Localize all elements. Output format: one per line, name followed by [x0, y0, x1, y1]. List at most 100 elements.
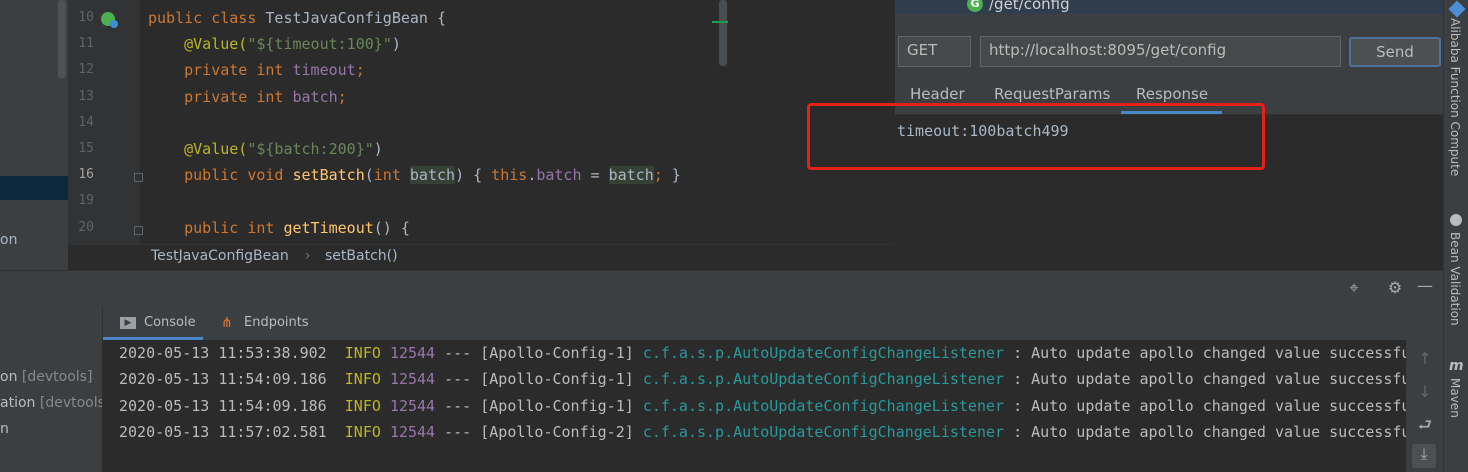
code-token: public void — [148, 166, 293, 185]
code-token: private int — [148, 61, 293, 80]
code-line: public void setBatch(int batch) { this.b… — [148, 166, 681, 185]
url-input[interactable]: http://localhost:8095/get/config — [980, 36, 1341, 67]
log-thread: --- [Apollo-Config-1] — [435, 344, 643, 362]
soft-wrap-icon[interactable]: ⮐ — [1415, 414, 1435, 441]
project-tree-selected-row[interactable] — [0, 176, 68, 200]
code-editor[interactable]: public class TestJavaConfigBean { @Value… — [140, 0, 895, 244]
code-token: TestJavaConfigBean { — [265, 9, 447, 27]
run-item[interactable]: ation [devtools — [0, 395, 102, 411]
run-tabs-bar: ▶ Console ⋔ Endpoints — [0, 306, 1443, 341]
log-logger: c.f.a.s.p.AutoUpdateConfigChangeListener — [642, 422, 1005, 441]
code-token: ) — [373, 140, 383, 158]
code-token: setBatch — [292, 166, 365, 185]
line-number: 10 — [78, 10, 94, 25]
log-ts: 2020-05-13 11:54:09.186 — [119, 370, 327, 389]
breadcrumb-class[interactable]: TestJavaConfigBean — [151, 248, 289, 264]
fold-marker-icon[interactable] — [134, 173, 143, 182]
tab-request-params[interactable]: RequestParams — [994, 85, 1110, 103]
project-tree-item-label[interactable]: on — [0, 232, 17, 248]
tool-window-bean-validation[interactable]: Bean Validation — [1448, 232, 1462, 326]
scroll-down-icon[interactable]: ↓ — [1415, 382, 1435, 401]
tab-header[interactable]: Header — [910, 85, 965, 103]
log-pid: 12544 — [389, 396, 436, 415]
divider — [102, 306, 103, 340]
log-msg: : Auto update apollo changed value succe… — [1004, 396, 1406, 415]
console-icon: ▶ — [120, 317, 136, 329]
code-line: public int getTimeout() { — [148, 219, 410, 237]
log-msg: : Auto update apollo changed value succe… — [1004, 422, 1406, 441]
http-method-field[interactable]: GET — [898, 36, 971, 67]
code-token: @Value( — [148, 35, 248, 54]
tool-window-maven[interactable]: Maven — [1448, 378, 1462, 418]
log-thread: --- [Apollo-Config-2] — [435, 422, 643, 441]
log-msg: : Auto update apollo changed value succe… — [1004, 370, 1406, 389]
code-line: private int timeout; — [148, 61, 365, 79]
code-token: ) — [391, 35, 401, 54]
line-number: 20 — [78, 219, 94, 235]
code-token: int — [373, 166, 410, 185]
line-number: 14 — [78, 114, 94, 130]
tab-response[interactable]: Response — [1136, 85, 1208, 103]
log-ts: 2020-05-13 11:57:02.581 — [119, 422, 327, 441]
run-item-label: on — [0, 369, 18, 385]
log-line: 2020-05-13 11:54:09.186 INFO 12544 --- [… — [119, 397, 1406, 415]
line-number: 13 — [78, 88, 94, 104]
line-number: 19 — [78, 193, 94, 209]
editor-gutter: 10 11 12 13 14 15 16 19 20 — [68, 0, 140, 244]
run-item[interactable]: on [devtools] — [0, 369, 92, 385]
log-ts: 2020-05-13 11:53:38.902 — [119, 344, 327, 362]
right-tool-stripe: Alibaba Function Compute Bean Validation… — [1443, 0, 1468, 472]
bean-validation-icon — [1450, 214, 1462, 226]
tool-window-alibaba-function-compute[interactable]: Alibaba Function Compute — [1448, 18, 1462, 176]
code-line: @Value("${timeout:100}") — [148, 35, 401, 53]
run-configurations-list: on [devtools] ation [devtools n — [0, 340, 102, 472]
http-client-title-bar: G /get/config — [895, 0, 1443, 14]
code-token: this — [491, 166, 528, 185]
code-token: batch — [608, 166, 654, 185]
code-token: batch — [409, 166, 456, 185]
scroll-to-end-icon[interactable]: ⤓ — [1412, 444, 1436, 468]
code-token: ; — [653, 166, 663, 185]
project-tree-scrollbar[interactable] — [58, 0, 66, 78]
run-item-suffix: [devtools — [35, 395, 102, 411]
code-line: private int batch; — [148, 88, 347, 106]
run-item[interactable]: n — [0, 421, 9, 437]
code-token: . — [527, 166, 537, 185]
line-number: 15 — [78, 141, 94, 156]
code-token: "${batch:200}" — [247, 140, 374, 158]
line-number: 12 — [78, 62, 94, 78]
console-output[interactable]: 2020-05-13 11:53:38.902 INFO 12544 --- [… — [102, 340, 1406, 472]
code-line: public class TestJavaConfigBean { — [148, 9, 446, 27]
send-button[interactable]: Send — [1349, 37, 1441, 67]
minimize-icon[interactable]: — — [1415, 276, 1435, 295]
tab-endpoints[interactable]: Endpoints — [244, 315, 309, 330]
code-token: @Value( — [148, 140, 248, 158]
tab-console[interactable]: Console — [144, 315, 196, 330]
http-client-title: /get/config — [989, 0, 1070, 13]
run-tool-window-header: ⌖ ⚙ — — [0, 270, 1443, 307]
code-token: ; — [355, 61, 365, 80]
code-token: public int — [148, 218, 284, 237]
run-item-label: ation — [0, 395, 36, 411]
project-tree-strip: on — [0, 0, 68, 270]
crosshair-icon[interactable]: ⌖ — [1344, 278, 1364, 298]
log-logger: c.f.a.s.p.AutoUpdateConfigChangeListener — [642, 396, 1005, 415]
breadcrumb: TestJavaConfigBean › setBatch() — [68, 244, 895, 271]
change-marker — [712, 21, 728, 23]
code-line: @Value("${batch:200}") — [148, 140, 383, 158]
code-token: getTimeout — [283, 218, 374, 237]
breadcrumb-method[interactable]: setBatch() — [325, 248, 398, 264]
http-request-icon: G — [967, 0, 983, 12]
bean-gutter-icon[interactable] — [110, 20, 118, 28]
gear-icon[interactable]: ⚙ — [1385, 278, 1405, 297]
code-token: ; — [337, 87, 347, 106]
fold-marker-icon[interactable] — [134, 226, 143, 235]
scroll-up-icon[interactable]: ↑ — [1415, 349, 1435, 368]
log-level: INFO — [344, 422, 381, 441]
log-ts: 2020-05-13 11:54:09.186 — [119, 396, 327, 415]
endpoints-icon: ⋔ — [221, 315, 233, 331]
log-level: INFO — [344, 396, 381, 415]
editor-scrollbar[interactable] — [719, 0, 727, 66]
code-token: ) { — [455, 166, 492, 185]
code-token: timeout — [292, 61, 356, 80]
